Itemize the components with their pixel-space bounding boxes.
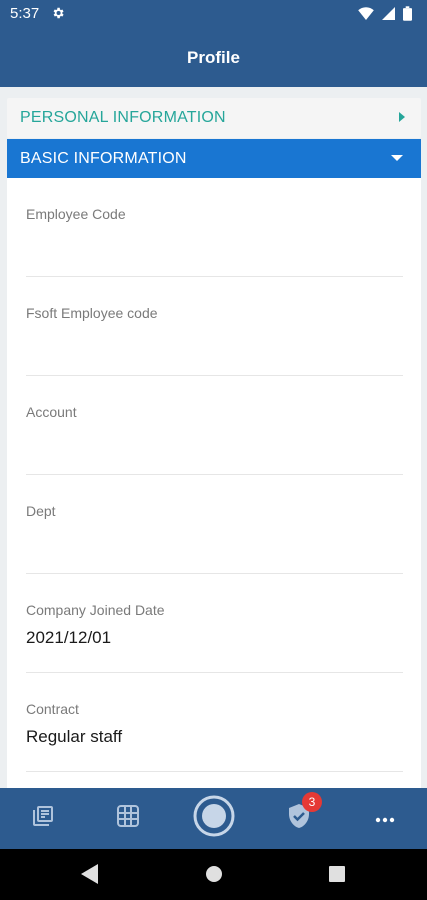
- field-company-joined-date[interactable]: Company Joined Date 2021/12/01: [26, 574, 403, 673]
- field-label: Fsoft Employee code: [26, 305, 158, 321]
- accordion-basic-label: BASIC INFORMATION: [20, 150, 187, 167]
- field-value: 2021/12/01: [26, 628, 112, 647]
- field-label: Account: [26, 404, 77, 420]
- back-icon[interactable]: [81, 864, 99, 889]
- more-icon: [375, 810, 395, 828]
- status-time: 5:37: [10, 5, 40, 22]
- page-title: Profile: [187, 48, 240, 67]
- nav-grid[interactable]: [98, 788, 158, 849]
- field-value: Regular staff: [26, 727, 123, 746]
- basic-information-form: Employee Code Fsoft Employee code Accoun…: [7, 178, 421, 788]
- field-contract[interactable]: Contract Regular staff: [26, 673, 403, 772]
- notification-badge: 3: [302, 792, 322, 812]
- system-nav-bar: [0, 849, 427, 900]
- nav-home[interactable]: [184, 788, 244, 849]
- gear-icon: [51, 6, 65, 25]
- accordion-personal-information[interactable]: PERSONAL INFORMATION: [7, 98, 421, 138]
- home-circle-icon: [192, 794, 236, 843]
- field-label: Company Joined Date: [26, 602, 165, 618]
- app-bar: Profile: [0, 28, 427, 87]
- field-account[interactable]: Account: [26, 376, 403, 475]
- battery-icon: [403, 6, 412, 26]
- field-fsoft-employee-code[interactable]: Fsoft Employee code: [26, 277, 403, 376]
- chevron-right-icon: [399, 112, 405, 122]
- recents-icon[interactable]: [328, 864, 346, 889]
- field-label: Employee Code: [26, 206, 126, 222]
- status-bar: 5:37: [0, 0, 427, 28]
- chevron-down-icon: [391, 155, 403, 161]
- cell-signal-icon: [382, 7, 395, 25]
- content-area[interactable]: PERSONAL INFORMATION BASIC INFORMATION E…: [0, 87, 427, 788]
- news-icon: [31, 804, 55, 833]
- grid-icon: [116, 804, 140, 833]
- accordion-basic-information[interactable]: BASIC INFORMATION: [7, 139, 421, 178]
- nav-security[interactable]: 3: [269, 788, 329, 849]
- wifi-icon: [358, 7, 374, 25]
- accordion-personal-label: PERSONAL INFORMATION: [20, 109, 226, 126]
- nav-news[interactable]: [13, 788, 73, 849]
- home-icon[interactable]: [205, 864, 223, 889]
- field-label: Contract: [26, 701, 79, 717]
- bottom-nav: 3: [0, 788, 427, 849]
- field-employee-code[interactable]: Employee Code: [26, 178, 403, 277]
- field-label: Dept: [26, 503, 56, 519]
- nav-more[interactable]: [355, 788, 415, 849]
- field-dept[interactable]: Dept: [26, 475, 403, 574]
